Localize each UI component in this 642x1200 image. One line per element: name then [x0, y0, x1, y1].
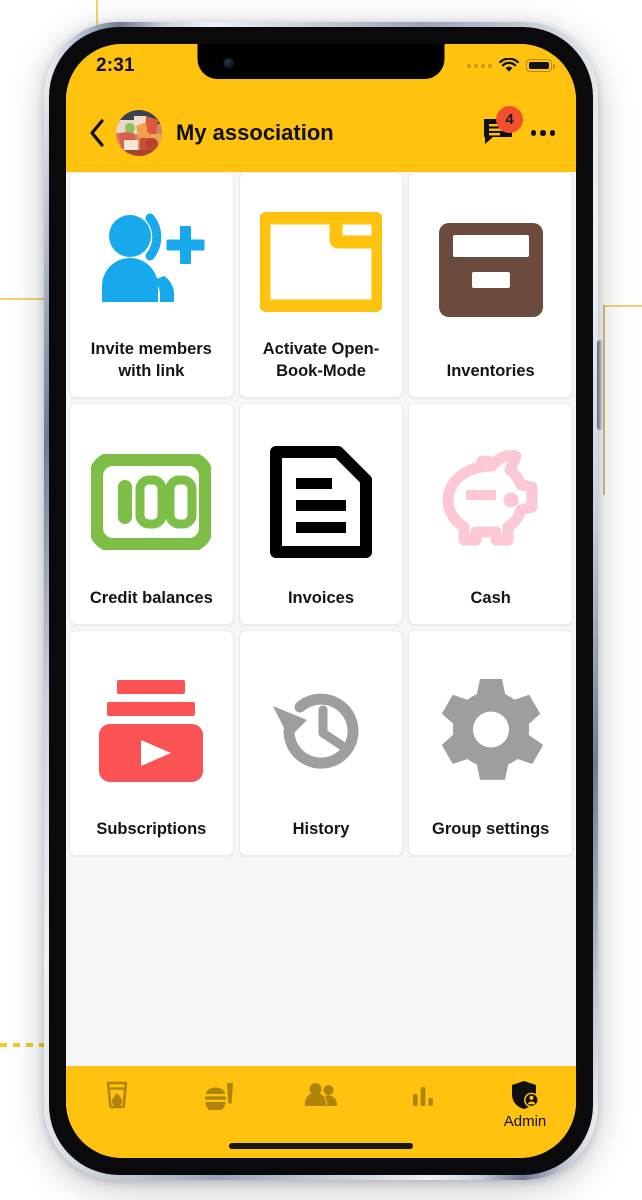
app-bar: My association 4 [66, 94, 576, 172]
tile-icon [415, 416, 566, 588]
tile-icon [246, 185, 397, 339]
shield-person-icon [512, 1081, 539, 1109]
action-grid-row-3: Subscriptions History Group settings [66, 630, 576, 856]
tile-invite-members[interactable]: Invite members with link [69, 172, 234, 398]
phone-frame: 2:31 My association 4 Invite members wit… [44, 22, 603, 1180]
main-content: Invite members with link Activate Open-B… [66, 172, 576, 1066]
status-bar-time: 2:31 [96, 55, 135, 76]
battery-full-icon [526, 59, 555, 72]
more-horizontal-icon [540, 130, 546, 136]
people-icon [305, 1083, 337, 1106]
tile-icon [246, 416, 397, 588]
tile-group-settings[interactable]: Group settings [408, 630, 573, 856]
tile-label: Credit balances [89, 589, 213, 608]
tile-label: Group settings [431, 820, 550, 839]
tile-inventories[interactable]: Inventories [408, 172, 573, 398]
tile-label: History [292, 820, 350, 839]
nav-icon [510, 1080, 540, 1110]
tile-label: Subscriptions [96, 820, 207, 839]
action-grid-row-2: Credit balances Invoices Cash [66, 403, 576, 625]
background-guide-line [603, 305, 605, 495]
tile-icon [415, 185, 566, 361]
tile-label: Cash [470, 589, 511, 608]
piggy-bank-icon [442, 450, 538, 546]
nav-icon [105, 1080, 129, 1110]
screenshot-stage: 2:31 My association 4 Invite members wit… [0, 0, 642, 1200]
nav-item-meals[interactable] [168, 1080, 270, 1136]
open-folder-icon [259, 212, 382, 313]
nav-icon [411, 1080, 435, 1110]
status-bar-indicators [467, 55, 555, 73]
chat-button[interactable]: 4 [482, 106, 523, 150]
chevron-left-icon [90, 119, 104, 147]
back-button[interactable] [80, 111, 114, 155]
meal-tray-icon [205, 1083, 233, 1110]
drink-glass-icon [106, 1081, 128, 1109]
home-indicator[interactable] [229, 1143, 413, 1149]
tile-icon [76, 416, 227, 588]
nav-item-drinks[interactable] [66, 1080, 168, 1136]
archive-box-icon [438, 223, 543, 318]
action-grid: Invite members with link Activate Open-B… [66, 172, 576, 398]
tile-icon [76, 185, 227, 339]
group-photo-avatar [116, 110, 162, 156]
app-bar-actions: 4 [482, 106, 558, 150]
tile-subscriptions[interactable]: Subscriptions [69, 630, 234, 856]
nav-icon [304, 1080, 338, 1110]
clock-rewind-icon [272, 693, 359, 769]
video-stack-play-icon [99, 680, 204, 783]
tile-history[interactable]: History [238, 630, 404, 856]
tile-invoices[interactable]: Invoices [238, 403, 404, 625]
nav-item-admin[interactable]: Admin [474, 1080, 576, 1136]
chat-badge: 4 [496, 106, 523, 133]
phone-bezel: 2:31 My association 4 Invite members wit… [49, 27, 593, 1175]
tile-label: Inventories [446, 362, 535, 381]
phone-screen: 2:31 My association 4 Invite members wit… [66, 44, 576, 1158]
power-button[interactable] [597, 340, 603, 430]
overflow-menu-button[interactable] [528, 118, 558, 148]
device-notch [197, 44, 445, 79]
gear-icon [441, 679, 543, 780]
tile-icon [76, 643, 227, 819]
avatar[interactable] [116, 110, 162, 156]
person-add-icon [102, 213, 205, 303]
more-horizontal-icon [549, 130, 556, 136]
nav-item-statistics[interactable] [372, 1080, 474, 1136]
tile-credit-balances[interactable]: Credit balances [69, 403, 234, 625]
background-guide-line [605, 305, 642, 307]
tile-open-book-mode[interactable]: Activate Open-Book-Mode [238, 172, 404, 398]
banknote-100-icon [91, 454, 212, 551]
nav-icon [203, 1080, 235, 1110]
tile-label: Invoices [287, 589, 355, 608]
page-title: My association [176, 120, 334, 145]
wifi-icon [499, 58, 519, 72]
front-camera-icon [223, 58, 235, 69]
tile-label: Activate Open-Book-Mode [262, 340, 380, 381]
nav-item-members[interactable] [270, 1080, 372, 1136]
tile-label: Invite members with link [90, 340, 212, 381]
tile-icon [415, 643, 566, 819]
tile-cash[interactable]: Cash [408, 403, 573, 625]
more-horizontal-icon [530, 130, 537, 136]
bar-chart-icon [413, 1087, 433, 1106]
tile-icon [246, 643, 397, 819]
document-lines-icon [269, 446, 372, 559]
nav-label: Admin [503, 1113, 547, 1130]
signal-dots-icon [467, 63, 492, 68]
